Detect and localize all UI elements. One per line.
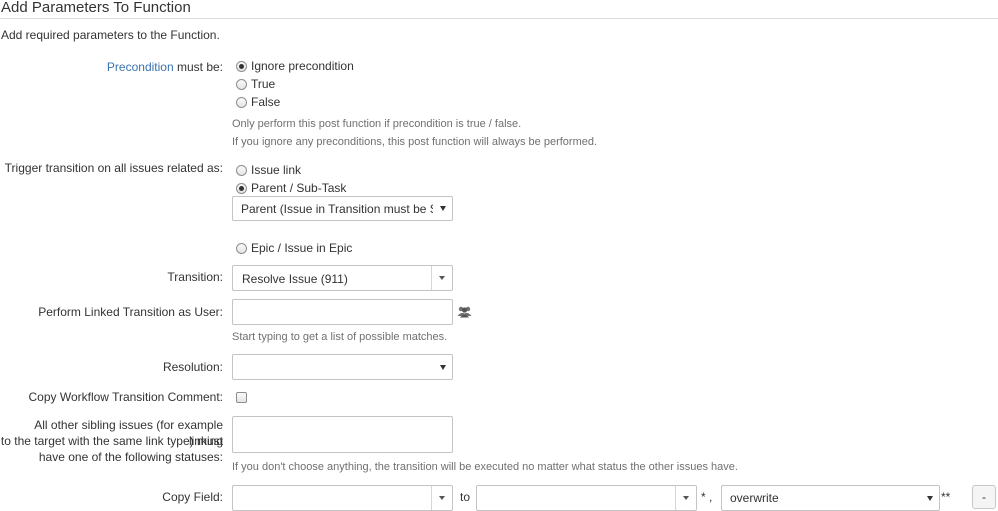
sibling-status-multiselect[interactable] xyxy=(232,416,453,453)
sibling-label-line2: to the target with the same link type) m… xyxy=(0,434,223,448)
radio-button[interactable] xyxy=(236,96,247,108)
copy-field-label: Copy Field: xyxy=(162,490,223,504)
copy-field-mode-select[interactable]: overwrite xyxy=(721,485,940,511)
page-title: Add Parameters To Function xyxy=(1,0,191,16)
radio-button[interactable] xyxy=(236,78,247,90)
trigger-option-epic[interactable]: Epic / Issue in Epic xyxy=(236,240,352,256)
chevron-down-icon xyxy=(439,276,445,280)
transition-select[interactable]: Resolve Issue (911) xyxy=(232,265,453,291)
linked-user-label: Perform Linked Transition as User: xyxy=(38,305,223,319)
linked-user-help: Start typing to get a list of possible m… xyxy=(232,331,448,343)
copy-field-target-select[interactable] xyxy=(476,485,697,511)
radio-button[interactable] xyxy=(236,242,247,254)
sibling-label-line3: have one of the following statuses: xyxy=(38,450,223,464)
trigger-label: Trigger transition on all issues related… xyxy=(4,161,223,175)
precondition-help-2: If you ignore any preconditions, this po… xyxy=(232,136,598,148)
precondition-link[interactable]: Precondition xyxy=(107,60,174,74)
copy-field-double-asterisk: ** xyxy=(941,490,951,504)
radio-button[interactable] xyxy=(236,164,247,176)
precondition-help-1: Only perform this post function if preco… xyxy=(232,118,522,130)
copy-comment-label: Copy Workflow Transition Comment: xyxy=(28,390,223,404)
linked-user-input[interactable] xyxy=(232,299,453,325)
precondition-option-false[interactable]: False xyxy=(236,94,280,110)
resolution-select[interactable] xyxy=(232,354,453,380)
trigger-option-issue-link[interactable]: Issue link xyxy=(236,162,301,178)
radio-button[interactable] xyxy=(236,60,247,72)
sibling-help: If you don't choose anything, the transi… xyxy=(232,461,738,473)
chevron-down-icon xyxy=(927,496,933,501)
trigger-option-parent[interactable]: Parent / Sub-Task xyxy=(236,180,346,196)
precondition-option-ignore[interactable]: Ignore precondition xyxy=(236,58,354,74)
title-divider xyxy=(0,18,998,19)
precondition-option-true[interactable]: True xyxy=(236,76,275,92)
remove-copy-field-button[interactable]: - xyxy=(972,485,996,509)
precondition-label: Precondition must be: xyxy=(106,60,223,74)
chevron-down-icon xyxy=(440,365,446,370)
chevron-down-icon xyxy=(683,496,689,500)
copy-field-to-text: to xyxy=(460,490,471,504)
copy-comment-checkbox[interactable] xyxy=(236,392,247,403)
chevron-down-icon xyxy=(439,496,445,500)
user-picker-icon[interactable] xyxy=(457,305,472,321)
copy-field-source-select[interactable] xyxy=(232,485,453,511)
copy-field-asterisk: * , xyxy=(701,490,713,504)
transition-label: Transition: xyxy=(167,270,223,284)
resolution-label: Resolution: xyxy=(162,360,223,374)
radio-button[interactable] xyxy=(236,182,247,194)
chevron-down-icon xyxy=(440,206,446,211)
page-description: Add required parameters to the Function. xyxy=(1,28,220,42)
parent-relation-select[interactable]: Parent (Issue in Transition must be Su xyxy=(232,196,453,221)
